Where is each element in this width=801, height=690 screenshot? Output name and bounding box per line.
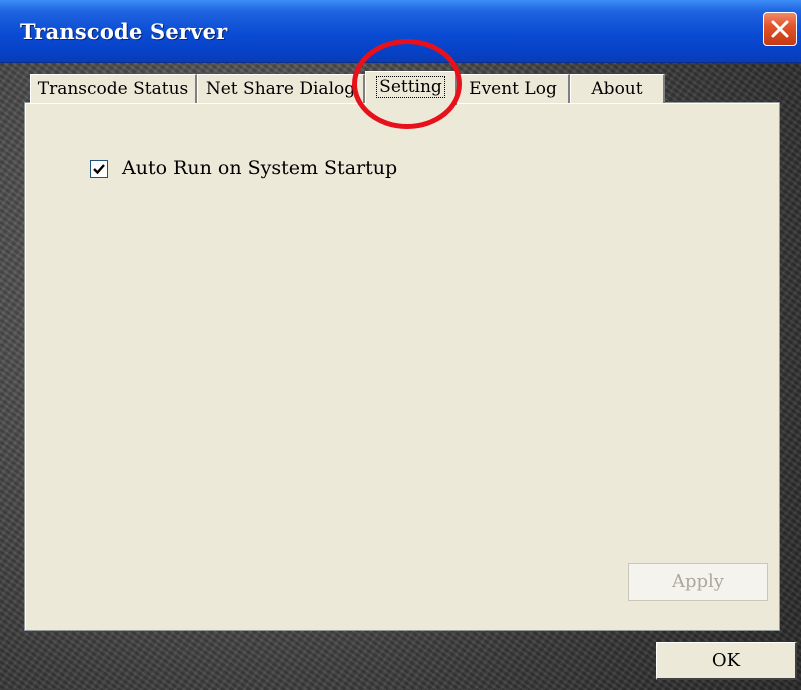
close-button[interactable] [763,12,797,46]
ok-button[interactable]: OK [656,642,797,680]
dialog-window: Transcode Server Transcode Status Net Sh… [0,0,801,690]
tab-event-log[interactable]: Event Log [457,74,570,103]
auto-run-label: Auto Run on System Startup [122,157,398,179]
settings-panel [24,102,780,631]
tab-about[interactable]: About [570,74,665,103]
auto-run-checkbox[interactable] [90,160,108,178]
window-title: Transcode Server [20,19,228,44]
tab-label: Transcode Status [37,79,189,99]
tab-transcode-status[interactable]: Transcode Status [30,74,197,103]
apply-button[interactable]: Apply [628,563,768,601]
tab-label: Event Log [469,79,557,99]
tab-label: Net Share Dialog [205,79,356,99]
tab-label: About [591,79,643,99]
tab-net-share-dialog[interactable]: Net Share Dialog [197,74,365,103]
highlight-circle [352,39,462,129]
